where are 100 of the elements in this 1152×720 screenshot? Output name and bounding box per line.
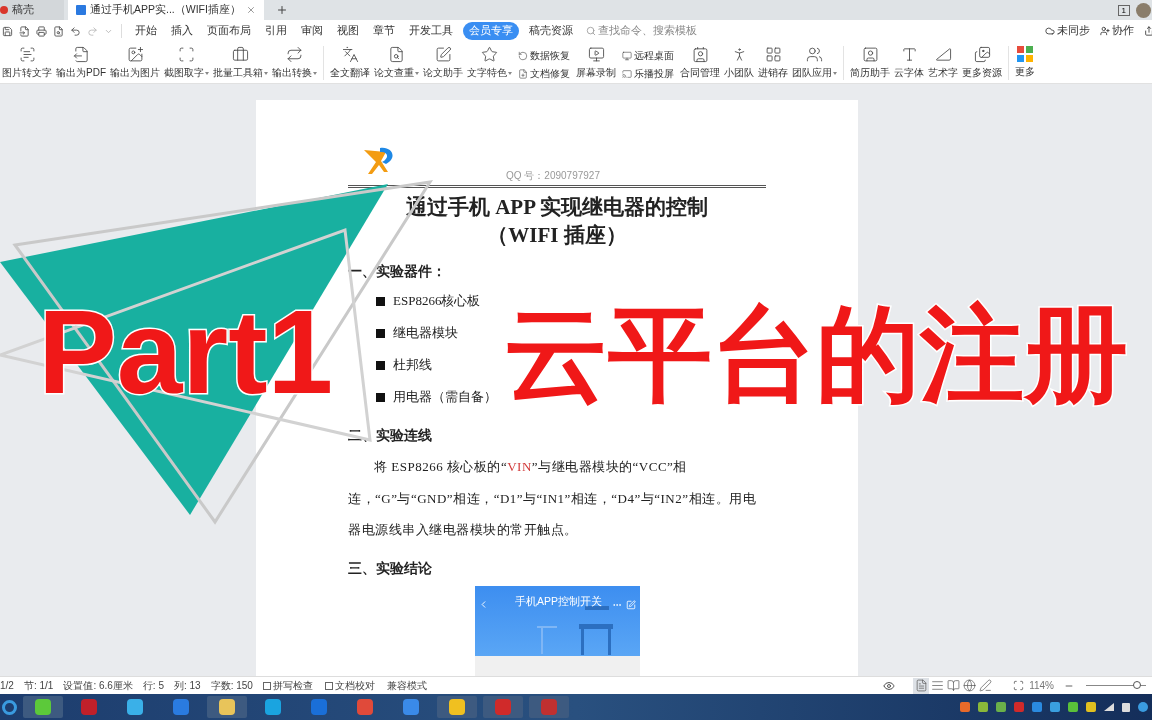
ribbon-button[interactable]: 屏幕录制 bbox=[574, 46, 618, 80]
ribbon-button[interactable]: 文字特色 bbox=[465, 46, 514, 80]
browser-icon[interactable] bbox=[2, 699, 17, 715]
export-icon[interactable] bbox=[19, 25, 30, 37]
view-button[interactable] bbox=[961, 677, 978, 694]
ribbon-button[interactable]: 云字体 bbox=[892, 46, 926, 80]
search-field[interactable]: 查找命令、搜索模板 bbox=[586, 23, 718, 39]
document-search-icon bbox=[388, 46, 405, 63]
dropdown-caret-icon bbox=[415, 71, 419, 75]
zoom-dropdown[interactable]: 114% bbox=[1029, 678, 1054, 693]
taskbar-app-icon[interactable] bbox=[449, 699, 465, 715]
dropdown-caret-icon bbox=[508, 71, 512, 75]
taskbar-app-icon[interactable] bbox=[265, 699, 281, 715]
menu-tab[interactable]: 稿壳资源 bbox=[525, 23, 577, 39]
menu-tab[interactable]: 开发工具 bbox=[405, 23, 457, 39]
view-button[interactable] bbox=[945, 677, 962, 694]
taskbar-app-icon[interactable] bbox=[219, 699, 235, 715]
screen-title: 手机APP控制开关 bbox=[515, 593, 602, 609]
ribbon-button[interactable]: 更多 bbox=[1013, 46, 1037, 79]
account-action[interactable]: 未同步 bbox=[1045, 23, 1090, 39]
status-item: 列: 13 bbox=[173, 679, 201, 693]
document-tab[interactable]: 通过手机APP实...（WIFI插座） bbox=[68, 0, 264, 20]
document-tab[interactable]: 稿壳 bbox=[0, 0, 64, 20]
ribbon-button[interactable]: 合同管理 bbox=[678, 46, 722, 80]
eye-icon[interactable] bbox=[883, 679, 896, 692]
taskbar-app-icon[interactable] bbox=[357, 699, 373, 715]
account-action[interactable]: 协作 bbox=[1100, 23, 1134, 39]
web-view-icon bbox=[962, 679, 976, 692]
slider-thumb[interactable] bbox=[1133, 681, 1141, 689]
network-icon[interactable] bbox=[1138, 702, 1148, 712]
taskbar-app-icon[interactable] bbox=[127, 699, 143, 715]
edit-icon bbox=[626, 599, 636, 610]
save-icon[interactable] bbox=[2, 25, 13, 37]
ribbon-button[interactable]: 小团队 bbox=[722, 46, 756, 80]
ribbon-button[interactable]: 输出为PDF bbox=[54, 46, 108, 80]
status-toggle[interactable]: 拼写检查 bbox=[262, 678, 313, 693]
ribbon-button[interactable]: 输出为图片 bbox=[108, 46, 162, 80]
view-button[interactable] bbox=[977, 677, 994, 694]
ribbon-button[interactable]: 图片转文字 bbox=[0, 46, 54, 80]
menu-tab[interactable]: 开始 bbox=[131, 23, 161, 39]
page-view-icon bbox=[914, 679, 928, 692]
ribbon-button[interactable]: 乐播投屏 bbox=[622, 66, 674, 81]
menu-tab[interactable]: 引用 bbox=[261, 23, 291, 39]
note-pen-icon bbox=[434, 46, 452, 63]
status-item: 行: 5 bbox=[142, 679, 164, 693]
close-icon[interactable] bbox=[246, 5, 256, 15]
team-icon bbox=[806, 46, 823, 63]
taskbar-app-icon[interactable] bbox=[311, 699, 327, 715]
ribbon-button[interactable]: 团队应用 bbox=[790, 46, 839, 80]
ribbon-button[interactable]: 输出转换 bbox=[270, 46, 319, 80]
ribbon-button[interactable]: 远程桌面 bbox=[622, 48, 674, 63]
ribbon-button[interactable]: 论文查重 bbox=[372, 46, 421, 80]
taskbar-app-icon[interactable] bbox=[81, 699, 97, 715]
bullet-text: 继电器模块 bbox=[393, 324, 458, 343]
text-frame-icon bbox=[178, 46, 195, 63]
translate-icon bbox=[341, 46, 359, 63]
pen-icon bbox=[978, 679, 992, 692]
taskbar-app-icon[interactable] bbox=[403, 699, 419, 715]
redo-icon[interactable] bbox=[87, 25, 98, 37]
share-icon[interactable] bbox=[1144, 26, 1152, 36]
person-icon bbox=[1100, 26, 1110, 36]
preview-icon[interactable] bbox=[53, 25, 64, 37]
search-icon bbox=[586, 26, 596, 36]
menu-tab[interactable]: 章节 bbox=[369, 23, 399, 39]
cast-icon bbox=[622, 68, 632, 79]
avatar[interactable] bbox=[1136, 2, 1151, 18]
status-toggle[interactable]: 文档校对 bbox=[324, 678, 375, 693]
undo-icon[interactable] bbox=[70, 25, 81, 37]
ribbon-button[interactable]: 文档修复 bbox=[518, 66, 570, 81]
ribbon-button[interactable]: 进销存 bbox=[756, 46, 790, 80]
status-item: 节: 1/1 bbox=[23, 679, 54, 693]
ribbon-button[interactable]: 批量工具箱 bbox=[211, 46, 270, 80]
bullet-text: ESP8266核心板 bbox=[393, 292, 481, 311]
overlay-title: 云平台的注册 bbox=[504, 296, 1128, 412]
ribbon-button[interactable]: 艺术字 bbox=[926, 46, 960, 80]
menu-tab[interactable]: 插入 bbox=[167, 23, 197, 39]
window-count-badge[interactable]: 1 bbox=[1117, 4, 1130, 16]
ribbon-button[interactable]: 简历助手 bbox=[848, 46, 892, 80]
view-button[interactable] bbox=[913, 677, 930, 694]
fit-screen-icon[interactable] bbox=[1013, 680, 1025, 691]
menu-tab[interactable]: 审阅 bbox=[297, 23, 327, 39]
print-icon[interactable] bbox=[36, 25, 47, 37]
taskbar-app-icon[interactable] bbox=[35, 699, 51, 715]
ribbon-button[interactable]: 论文助手 bbox=[421, 46, 465, 80]
menu-tab[interactable]: 页面布局 bbox=[203, 23, 255, 39]
cloud-icon bbox=[1045, 26, 1055, 36]
status-item: 1/2 bbox=[0, 679, 14, 693]
check-box-icon bbox=[262, 681, 271, 690]
ribbon-button[interactable]: 全文翻译 bbox=[328, 46, 372, 80]
signal-icon[interactable] bbox=[1104, 703, 1114, 711]
ribbon-button[interactable]: 截图取字 bbox=[162, 46, 211, 80]
ribbon-button[interactable]: 数据恢复 bbox=[518, 48, 570, 63]
images-icon bbox=[973, 46, 991, 63]
menu-tab[interactable]: 视图 bbox=[333, 23, 363, 39]
ribbon-button[interactable]: 更多资源 bbox=[960, 46, 1004, 80]
taskbar-app-icon[interactable] bbox=[173, 699, 189, 715]
new-tab-icon[interactable] bbox=[276, 4, 288, 16]
bullet-icon bbox=[376, 296, 385, 306]
restore-icon bbox=[518, 50, 528, 61]
font-icon bbox=[900, 46, 918, 63]
